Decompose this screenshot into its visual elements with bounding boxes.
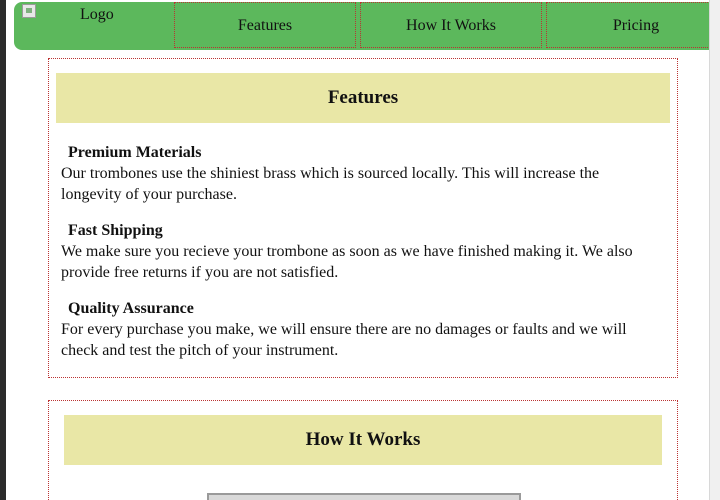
feature-title: Fast Shipping [68,222,163,239]
logo[interactable]: Logo [14,2,174,50]
nav-link-features[interactable]: Features [174,2,356,48]
feature-description: For every purchase you make, we will ens… [61,321,627,359]
feature-item: Fast Shipping We make sure you recieve y… [61,221,661,283]
feature-item: Premium Materials Our trombones use the … [61,143,661,205]
window-edge [0,0,6,500]
features-section: Features Premium Materials Our trombones… [48,58,678,378]
feature-description: We make sure you recieve your trombone a… [61,243,633,281]
logo-alt-text: Logo [80,6,114,23]
video-embed[interactable] [207,493,521,500]
nav-bar: Logo Features How It Works Pricing [14,2,720,50]
feature-title: Premium Materials [68,144,202,161]
broken-image-icon [22,4,36,18]
how-it-works-heading: How It Works [64,415,662,465]
how-it-works-section: How It Works [48,400,678,500]
page: Logo Features How It Works Pricing Featu… [0,0,720,500]
feature-item: Quality Assurance For every purchase you… [61,299,661,361]
features-heading: Features [56,73,670,123]
scrollbar[interactable] [709,0,720,500]
nav-link-how-it-works[interactable]: How It Works [360,2,542,48]
nav-link-pricing[interactable]: Pricing [546,2,720,48]
feature-description: Our trombones use the shiniest brass whi… [61,165,600,203]
feature-title: Quality Assurance [68,300,194,317]
